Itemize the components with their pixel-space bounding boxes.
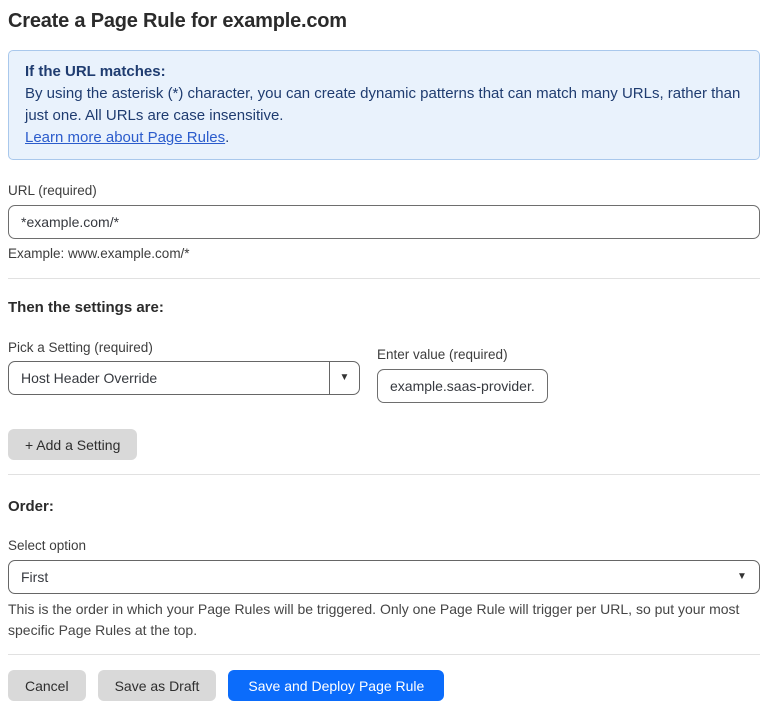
divider [8,654,760,655]
info-box-heading: If the URL matches: [25,63,166,80]
chevron-down-icon: ▼ [339,372,350,383]
setting-row: Pick a Setting (required) Host Header Ov… [8,340,760,403]
info-box-body-text: By using the asterisk (*) character, you… [25,85,741,124]
url-matches-info-box: If the URL matches: By using the asteris… [8,50,760,160]
cancel-button[interactable]: Cancel [8,670,86,701]
enter-value-column: Enter value (required) [377,340,548,403]
pick-setting-selected-value: Host Header Override [21,370,158,386]
url-label: URL (required) [8,183,97,198]
add-setting-button[interactable]: + Add a Setting [8,429,138,460]
order-select[interactable]: First ▼ [8,560,760,594]
pick-setting-label: Pick a Setting (required) [8,340,153,355]
order-select-label: Select option [8,538,87,553]
url-example-hint: Example: www.example.com/* [8,246,190,261]
divider [8,278,760,279]
link-suffix: . [225,129,230,146]
page-title: Create a Page Rule for example.com [8,10,347,32]
pick-setting-arrow-button[interactable]: ▼ [329,362,359,394]
save-and-deploy-button[interactable]: Save and Deploy Page Rule [228,670,445,701]
info-box-body: By using the asterisk (*) character, you… [25,83,743,149]
url-input[interactable] [8,205,760,239]
save-as-draft-button[interactable]: Save as Draft [97,670,217,701]
order-select-arrow[interactable]: ▼ [725,561,759,593]
create-page-rule-form: Create a Page Rule for example.com If th… [0,0,772,713]
enter-value-label: Enter value (required) [377,347,508,362]
divider [8,474,760,475]
chevron-down-icon: ▼ [737,571,747,582]
pick-setting-column: Pick a Setting (required) Host Header Ov… [8,340,360,403]
order-help-text: This is the order in which your Page Rul… [8,601,740,638]
footer-actions: Cancel Save as Draft Save and Deploy Pag… [8,670,760,701]
order-section-heading: Order: [8,498,54,515]
setting-value-input[interactable] [377,369,548,403]
pick-setting-select[interactable]: Host Header Override ▼ [8,361,360,395]
settings-section-heading: Then the settings are: [8,299,164,316]
learn-more-link[interactable]: Learn more about Page Rules [25,129,225,146]
order-selected-value: First [21,569,49,585]
